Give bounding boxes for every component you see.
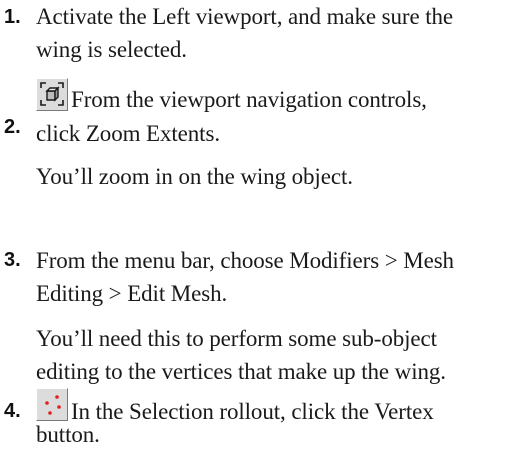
step-text: From the menu bar, choose Modifiers > Me… <box>36 244 523 388</box>
step-text-line: From the viewport navigation controls, <box>36 78 523 118</box>
step-text-line: Activate the Left viewport, and make sur… <box>36 4 454 29</box>
step-number: 2. <box>4 116 21 138</box>
vertex-icon[interactable] <box>36 388 68 421</box>
step-note: You’ll zoom in on the wing object. <box>36 164 353 189</box>
step-text-line: From the viewport navigation controls, <box>71 87 427 112</box>
step-text: From the viewport navigation controls, c… <box>36 78 523 193</box>
step-text-line: In the Selection rollout, click the Vert… <box>71 399 434 424</box>
step-number: 4. <box>4 400 21 422</box>
step-note-line: You’ll need this to perform some sub-obj… <box>36 326 437 351</box>
step-text-line: From the menu bar, choose Modifiers > Me… <box>36 248 454 273</box>
step-number: 3. <box>4 249 21 271</box>
step-number: 1. <box>4 6 21 28</box>
step-text: In the Selection rollout, click the Vert… <box>36 388 523 451</box>
step-text-line: wing is selected. <box>36 37 187 62</box>
step-text-line: click Zoom Extents. <box>36 121 220 146</box>
step-note-line: editing to the vertices that make up the… <box>36 359 446 384</box>
step-text-line: Editing > Edit Mesh. <box>36 281 228 306</box>
zoom-extents-icon[interactable] <box>36 78 68 111</box>
step-text: Activate the Left viewport, and make sur… <box>36 0 523 66</box>
